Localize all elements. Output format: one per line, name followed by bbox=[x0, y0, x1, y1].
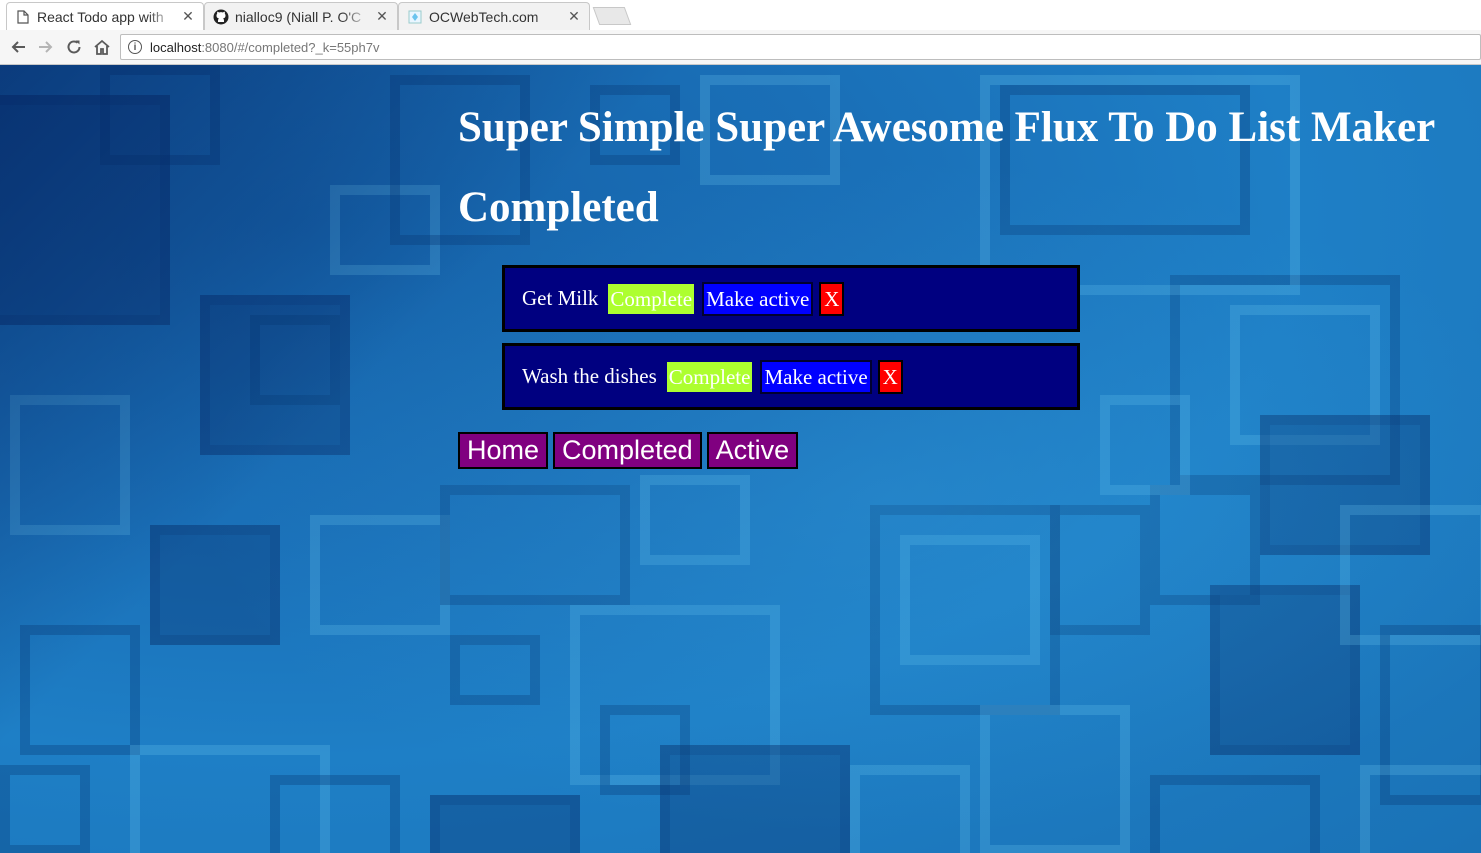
tab-title: OCWebTech.com bbox=[429, 8, 539, 25]
section-heading: Completed bbox=[458, 184, 659, 231]
home-icon[interactable] bbox=[91, 36, 113, 58]
close-icon[interactable]: ✕ bbox=[181, 8, 195, 25]
browser-tab-strip: React Todo app with ✕ nialloc9 (Niall P.… bbox=[0, 0, 1481, 31]
close-icon[interactable]: ✕ bbox=[567, 8, 581, 25]
todo-item: Get Milk Complete Make active X bbox=[502, 265, 1080, 332]
address-bar[interactable]: i localhost:8080/#/completed?_k=55ph7v bbox=[120, 34, 1481, 60]
tab-title: React Todo app with bbox=[37, 8, 164, 25]
browser-tab-ocwebtech[interactable]: OCWebTech.com ✕ bbox=[398, 2, 590, 30]
reload-icon[interactable] bbox=[63, 36, 85, 58]
nav-home-button[interactable]: Home bbox=[458, 432, 549, 469]
url-path: :8080/#/completed?_k=55ph7v bbox=[201, 39, 380, 55]
make-active-button[interactable]: Make active bbox=[702, 281, 814, 316]
info-icon[interactable]: i bbox=[128, 40, 142, 54]
tab-title: nialloc9 (Niall P. O'C bbox=[235, 8, 362, 25]
browser-tab-github[interactable]: nialloc9 (Niall P. O'C ✕ bbox=[204, 2, 398, 30]
browser-tab-react-todo[interactable]: React Todo app with ✕ bbox=[6, 2, 204, 30]
close-icon[interactable]: ✕ bbox=[375, 8, 389, 25]
make-active-button[interactable]: Make active bbox=[760, 359, 872, 394]
back-arrow-icon[interactable] bbox=[7, 36, 29, 58]
github-icon bbox=[213, 9, 229, 25]
nav-active-button[interactable]: Active bbox=[706, 432, 799, 469]
url-host: localhost bbox=[150, 39, 202, 55]
filter-nav: Home Completed Active bbox=[458, 432, 803, 469]
forward-arrow-icon[interactable] bbox=[35, 36, 57, 58]
todo-item: Wash the dishes Complete Make active X bbox=[502, 343, 1080, 410]
site-favicon-icon bbox=[407, 9, 423, 25]
page-icon bbox=[15, 9, 31, 25]
delete-button[interactable]: X bbox=[877, 359, 903, 394]
page-title: Super Simple Super Awesome Flux To Do Li… bbox=[458, 104, 1436, 151]
complete-button[interactable]: Complete bbox=[664, 359, 755, 394]
delete-button[interactable]: X bbox=[819, 281, 845, 316]
todo-text: Get Milk bbox=[522, 286, 599, 310]
nav-completed-button[interactable]: Completed bbox=[553, 432, 702, 469]
browser-toolbar: i localhost:8080/#/completed?_k=55ph7v bbox=[0, 30, 1481, 65]
new-tab-button[interactable] bbox=[592, 7, 632, 25]
page-viewport: Super Simple Super Awesome Flux To Do Li… bbox=[0, 65, 1481, 853]
todo-text: Wash the dishes bbox=[522, 364, 657, 388]
complete-button[interactable]: Complete bbox=[606, 281, 697, 316]
